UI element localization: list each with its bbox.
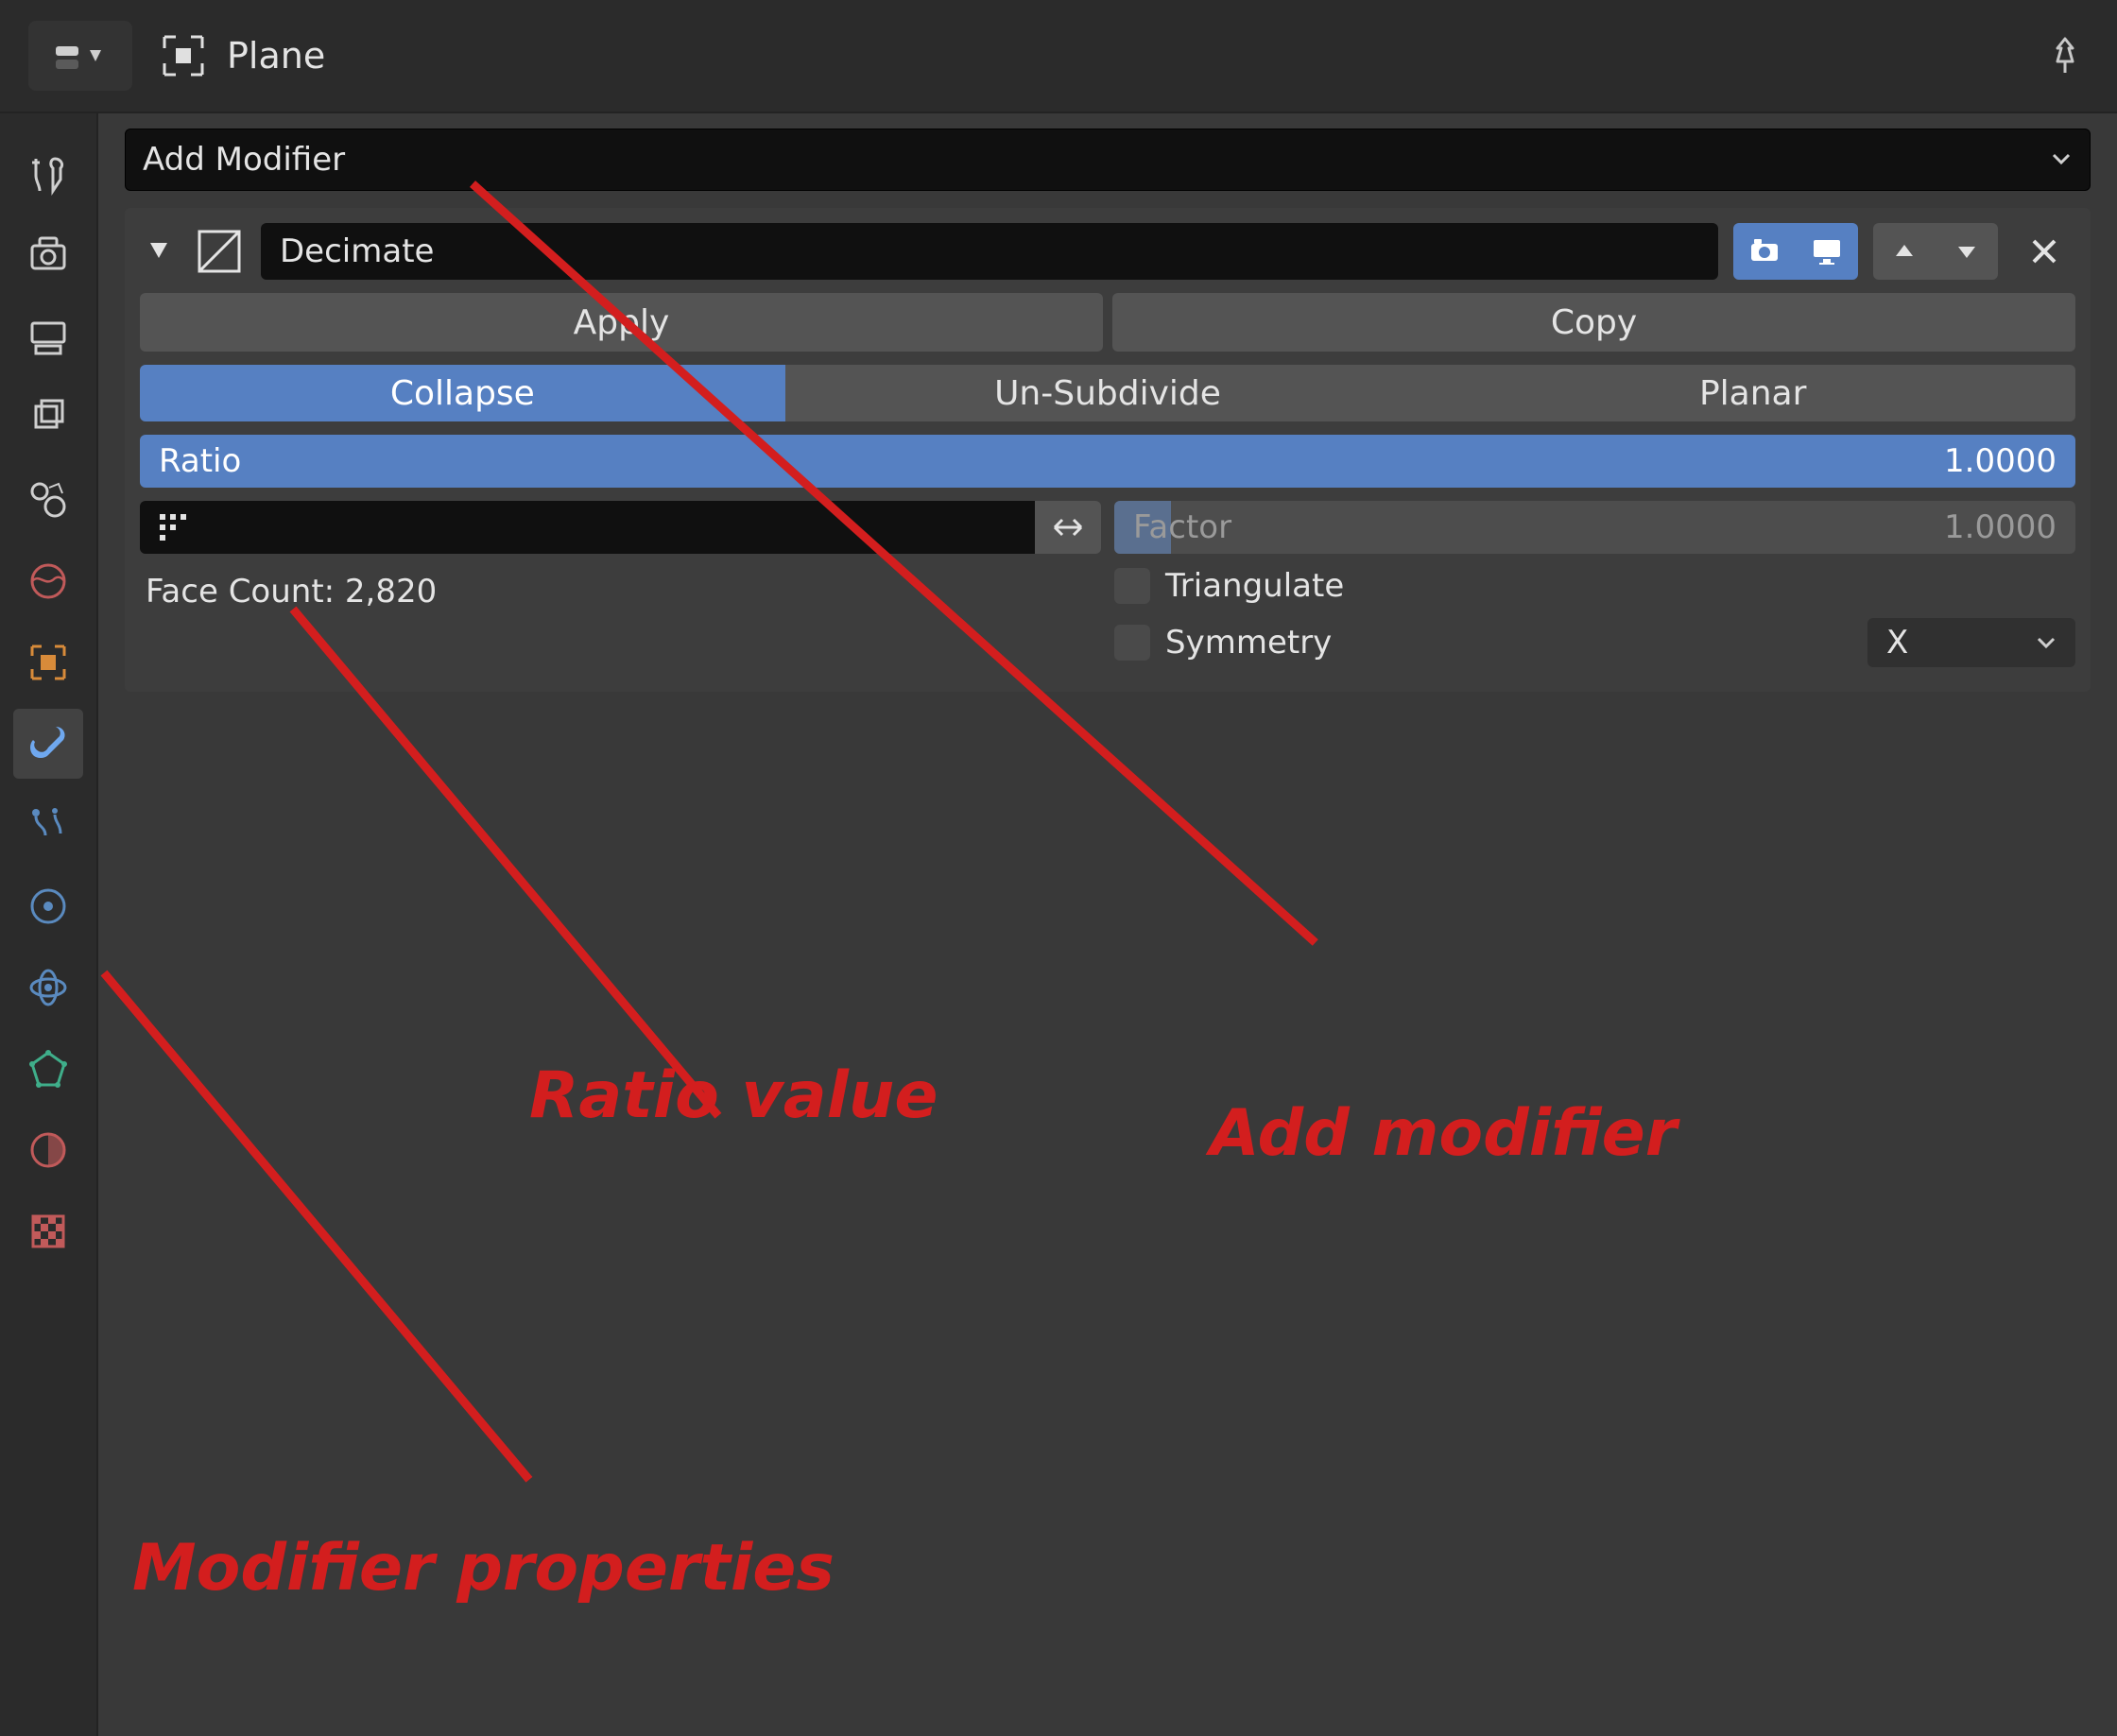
tab-particles[interactable] [13,790,83,860]
planar-tab-label: Planar [1699,374,1806,413]
chevron-down-icon [2050,141,2073,179]
editor-type-icon [54,41,107,71]
add-modifier-dropdown[interactable]: Add Modifier [125,129,2091,191]
tab-constraints[interactable] [13,953,83,1023]
apply-label: Apply [574,303,670,342]
factor-slider[interactable]: Factor 1.0000 [1114,501,2075,554]
particles-icon [26,803,70,847]
symmetry-label: Symmetry [1165,624,1332,662]
triangle-up-icon [1892,239,1917,264]
move-modifier-down[interactable] [1936,223,1998,280]
object-name: Plane [227,35,325,77]
modifier-reorder-buttons [1873,223,1998,280]
tab-mesh-data[interactable] [13,1034,83,1104]
editor-type-dropdown[interactable] [28,21,132,91]
toggle-viewport-visibility[interactable] [1796,223,1858,280]
decimate-type-icon [193,225,246,278]
vertex-group-icon[interactable] [140,501,206,554]
tool-icon [26,153,70,197]
vertex-group-field[interactable] [206,501,1035,554]
render-icon [26,234,70,278]
chevron-down-icon [2036,632,2057,653]
symmetry-checkbox[interactable] [1114,625,1150,661]
tab-scene[interactable] [13,465,83,535]
tab-view-layer[interactable] [13,384,83,454]
world-icon [26,559,70,603]
tab-world[interactable] [13,546,83,616]
symmetry-row: Symmetry X [1114,618,2075,667]
tab-tool[interactable] [13,140,83,210]
tab-modifiers[interactable] [13,709,83,779]
factor-label: Factor [1133,508,1231,546]
scene-icon [26,478,70,522]
modifier-name-text: Decimate [280,232,434,270]
toggle-render-visibility[interactable] [1733,223,1796,280]
object-breadcrumb[interactable]: Plane [161,23,344,89]
symmetry-axis-select[interactable]: X [1867,618,2075,667]
view-layer-icon [26,397,70,440]
factor-value: 1.0000 [1944,508,2057,546]
wrench-icon [26,721,71,766]
ratio-value: 1.0000 [1944,442,2057,480]
arrows-horizontal-icon [1051,510,1085,544]
properties-header: Plane [0,0,2117,113]
mode-tab-unsubdivide[interactable]: Un-Subdivide [785,365,1431,421]
mesh-data-icon [26,1047,70,1091]
close-icon [2028,235,2060,267]
tab-physics[interactable] [13,871,83,941]
vertex-group-row [140,501,1101,554]
modifiers-panel: Add Modifier Decimate [98,113,2117,1736]
triangulate-label: Triangulate [1165,567,1344,605]
pin-icon[interactable] [2041,32,2089,79]
tab-material[interactable] [13,1115,83,1185]
ratio-slider[interactable]: Ratio 1.0000 [140,435,2075,488]
copy-label: Copy [1551,303,1637,342]
output-icon [26,316,70,359]
unsubdivide-tab-label: Un-Subdivide [994,374,1221,413]
camera-icon [1747,234,1781,268]
apply-modifier-button[interactable]: Apply [140,293,1103,352]
collapse-tab-label: Collapse [390,374,535,413]
collapse-triangle-icon[interactable] [140,239,178,264]
modifier-decimate-panel: Decimate [125,208,2091,692]
constraints-icon [26,966,70,1009]
move-modifier-up[interactable] [1873,223,1936,280]
ratio-label: Ratio [159,442,241,480]
add-modifier-label: Add Modifier [143,141,345,179]
tab-object[interactable] [13,627,83,697]
properties-tabs-sidebar [0,113,98,1736]
symmetry-axis-value: X [1886,624,1908,662]
copy-modifier-button[interactable]: Copy [1112,293,2075,352]
tab-render[interactable] [13,221,83,291]
triangle-down-icon [1954,239,1979,264]
tab-output[interactable] [13,302,83,372]
triangulate-row: Triangulate [1114,563,2075,609]
mode-tab-collapse[interactable]: Collapse [140,365,785,421]
material-icon [26,1128,70,1172]
modifier-header: Decimate [140,223,2075,280]
remove-modifier-button[interactable] [2021,228,2068,275]
object-data-icon [161,33,206,78]
mode-tab-planar[interactable]: Planar [1430,365,2075,421]
decimate-mode-tabs: Collapse Un-Subdivide Planar [140,365,2075,421]
modifier-name-field[interactable]: Decimate [261,223,1718,280]
monitor-icon [1810,234,1844,268]
tab-texture[interactable] [13,1196,83,1266]
physics-icon [26,885,70,928]
modifier-visibility-toggles [1733,223,1858,280]
texture-icon [26,1210,70,1253]
face-count-label: Face Count: 2,820 [140,563,1101,610]
vertex-group-invert-button[interactable] [1035,501,1101,554]
object-icon [26,641,70,684]
triangulate-checkbox[interactable] [1114,568,1150,604]
